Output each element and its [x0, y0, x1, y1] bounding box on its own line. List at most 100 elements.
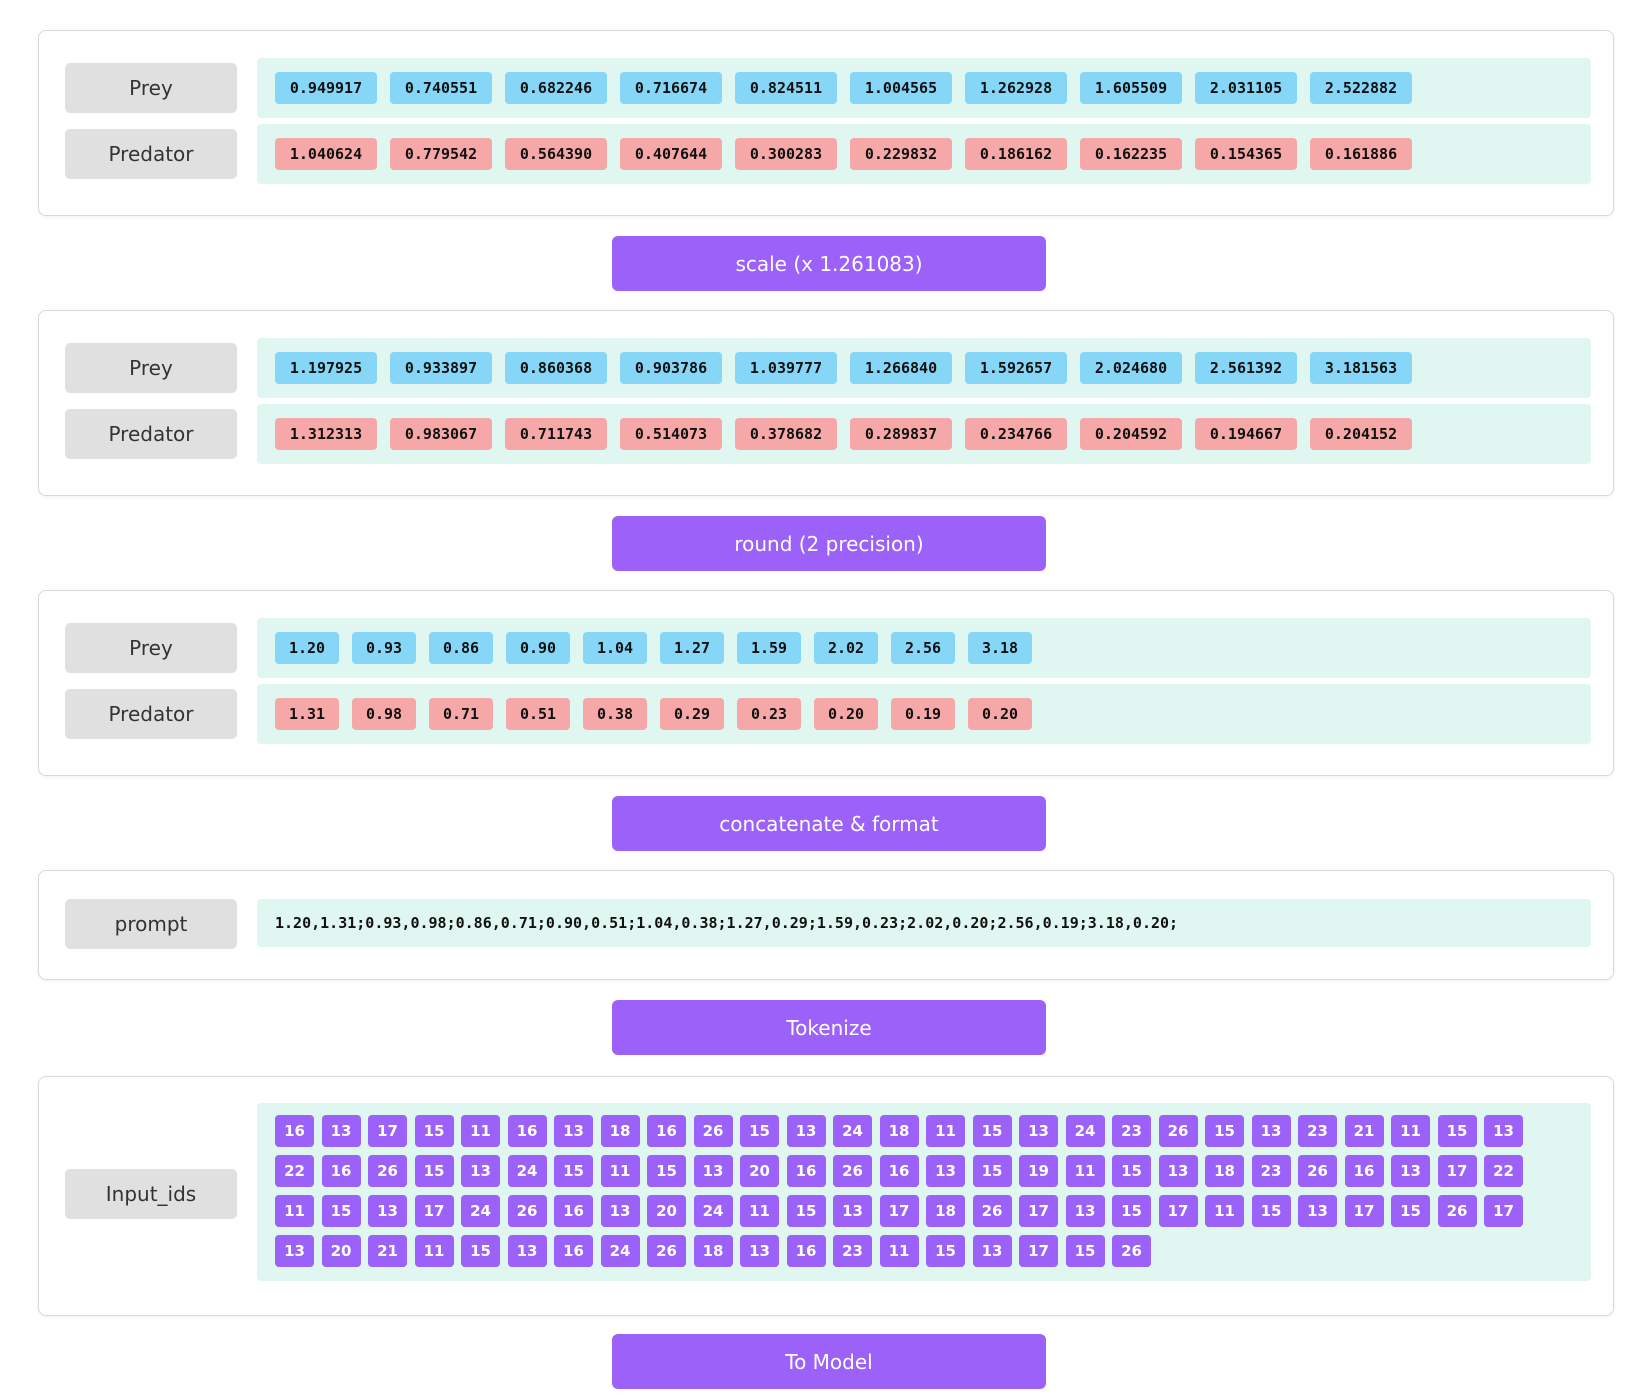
value-chip: 1.31 — [275, 698, 339, 730]
value-chip: 1.040624 — [275, 138, 377, 170]
token-id: 16 — [275, 1115, 314, 1147]
token-id: 11 — [1205, 1195, 1244, 1227]
predator-row-label: Predator — [65, 409, 237, 459]
value-chip: 2.56 — [891, 632, 955, 664]
prey-row-label: Prey — [65, 343, 237, 393]
token-id: 13 — [461, 1155, 500, 1187]
value-chip: 0.289837 — [850, 418, 952, 450]
value-chip: 0.90 — [506, 632, 570, 664]
token-id: 13 — [833, 1195, 872, 1227]
value-chip: 0.20 — [968, 698, 1032, 730]
token-id: 17 — [879, 1195, 919, 1227]
predator-row-label: Predator — [65, 129, 237, 179]
token-id: 26 — [1298, 1155, 1337, 1187]
token-id: 11 — [414, 1235, 454, 1267]
value-chip: 0.98 — [352, 698, 416, 730]
value-chip: 1.59 — [737, 632, 801, 664]
token-id: 15 — [926, 1235, 965, 1267]
token-id: 11 — [926, 1115, 965, 1147]
token-id: 24 — [461, 1195, 500, 1227]
token-id: 11 — [740, 1195, 779, 1227]
token-id: 13 — [926, 1155, 965, 1187]
token-id: 26 — [1112, 1235, 1151, 1267]
value-chip: 2.522882 — [1310, 72, 1412, 104]
token-id: 24 — [833, 1115, 872, 1147]
value-chip: 0.162235 — [1080, 138, 1182, 170]
token-id: 20 — [740, 1155, 779, 1187]
token-id: 21 — [368, 1235, 407, 1267]
token-id: 24 — [507, 1155, 547, 1187]
token-id: 22 — [1484, 1155, 1523, 1187]
value-chip: 1.004565 — [850, 72, 952, 104]
token-id: 15 — [972, 1155, 1012, 1187]
token-id: 13 — [1019, 1115, 1058, 1147]
prey-row-label: Prey — [65, 623, 237, 673]
token-id: 16 — [321, 1155, 361, 1187]
value-chip: 0.38 — [583, 698, 647, 730]
token-id: 15 — [740, 1115, 779, 1147]
token-id: 24 — [600, 1235, 640, 1267]
token-id: 13 — [507, 1235, 547, 1267]
value-chip: 0.161886 — [1310, 138, 1412, 170]
input-ids-panel: Input_ids 16 13 17 15 11 16 13 18 16 26 15 13 24 18 11… — [38, 1076, 1614, 1316]
value-chip: 1.312313 — [275, 418, 377, 450]
token-id: 15 — [972, 1115, 1012, 1147]
token-id: 18 — [600, 1115, 640, 1147]
to-model-step: To Model — [612, 1334, 1046, 1389]
token-id: 13 — [1158, 1155, 1198, 1187]
value-chip: 0.860368 — [505, 352, 607, 384]
value-chip: 0.51 — [506, 698, 570, 730]
input-ids-label: Input_ids — [65, 1169, 237, 1219]
value-chip: 0.19 — [891, 698, 955, 730]
value-chip: 0.378682 — [735, 418, 837, 450]
value-chip: 3.181563 — [1310, 352, 1412, 384]
token-id: 13 — [972, 1235, 1012, 1267]
raw-values-panel: Prey 0.949917 0.740551 0.682246 0.716674 0.8… — [38, 30, 1614, 216]
raw-prey-row: 0.949917 0.740551 0.682246 0.716674 0.824511… — [257, 58, 1591, 118]
value-chip: 0.29 — [660, 698, 724, 730]
token-id: 13 — [368, 1195, 407, 1227]
value-chip: 0.716674 — [620, 72, 722, 104]
token-id: 18 — [1205, 1155, 1244, 1187]
value-chip: 1.262928 — [965, 72, 1067, 104]
rounded-prey-row: 1.20 0.93 0.86 0.90 1.04 1.27 1.59 2.02 2.56 3.18 — [257, 618, 1591, 678]
round-step: round (2 precision) — [612, 516, 1046, 571]
token-id: 17 — [368, 1115, 407, 1147]
token-id: 19 — [1019, 1155, 1058, 1187]
value-chip: 3.18 — [968, 632, 1032, 664]
value-chip: 1.20 — [275, 632, 339, 664]
token-id: 13 — [1391, 1155, 1430, 1187]
token-id: 11 — [879, 1235, 919, 1267]
token-id: 16 — [786, 1155, 826, 1187]
scaled-prey-row: 1.197925 0.933897 0.860368 0.903786 1.039777… — [257, 338, 1591, 398]
token-id: 15 — [554, 1155, 593, 1187]
predator-row-label: Predator — [65, 689, 237, 739]
token-id: 17 — [414, 1195, 454, 1227]
token-id: 26 — [1158, 1115, 1198, 1147]
token-id: 23 — [1251, 1155, 1291, 1187]
token-grid: 16 13 17 15 11 16 13 18 16 26 15 13 24 18 11 15 13 24 23 26… — [257, 1103, 1591, 1281]
token-id: 17 — [1019, 1235, 1058, 1267]
token-id: 13 — [275, 1235, 314, 1267]
value-chip: 2.024680 — [1080, 352, 1182, 384]
rounded-values-panel: Prey 1.20 0.93 0.86 0.90 1.04 1.27 1.59 2.02 2.5… — [38, 590, 1614, 776]
value-chip: 0.933897 — [390, 352, 492, 384]
prompt-text: 1.20,1.31;0.93,0.98;0.86,0.71;0.90,0.51;… — [275, 914, 1179, 932]
value-chip: 1.04 — [583, 632, 647, 664]
token-id: 26 — [972, 1195, 1012, 1227]
token-id: 15 — [461, 1235, 500, 1267]
token-id: 17 — [1344, 1195, 1384, 1227]
token-id: 13 — [1251, 1115, 1291, 1147]
token-id: 22 — [275, 1155, 314, 1187]
token-id: 11 — [1065, 1155, 1105, 1187]
value-chip: 2.561392 — [1195, 352, 1297, 384]
token-id: 13 — [1298, 1195, 1337, 1227]
value-chip: 0.407644 — [620, 138, 722, 170]
token-id: 24 — [693, 1195, 733, 1227]
token-id: 15 — [647, 1155, 686, 1187]
token-id: 11 — [275, 1195, 314, 1227]
token-id: 17 — [1158, 1195, 1198, 1227]
token-id: 20 — [647, 1195, 686, 1227]
value-chip: 2.031105 — [1195, 72, 1297, 104]
token-id: 15 — [1112, 1195, 1151, 1227]
